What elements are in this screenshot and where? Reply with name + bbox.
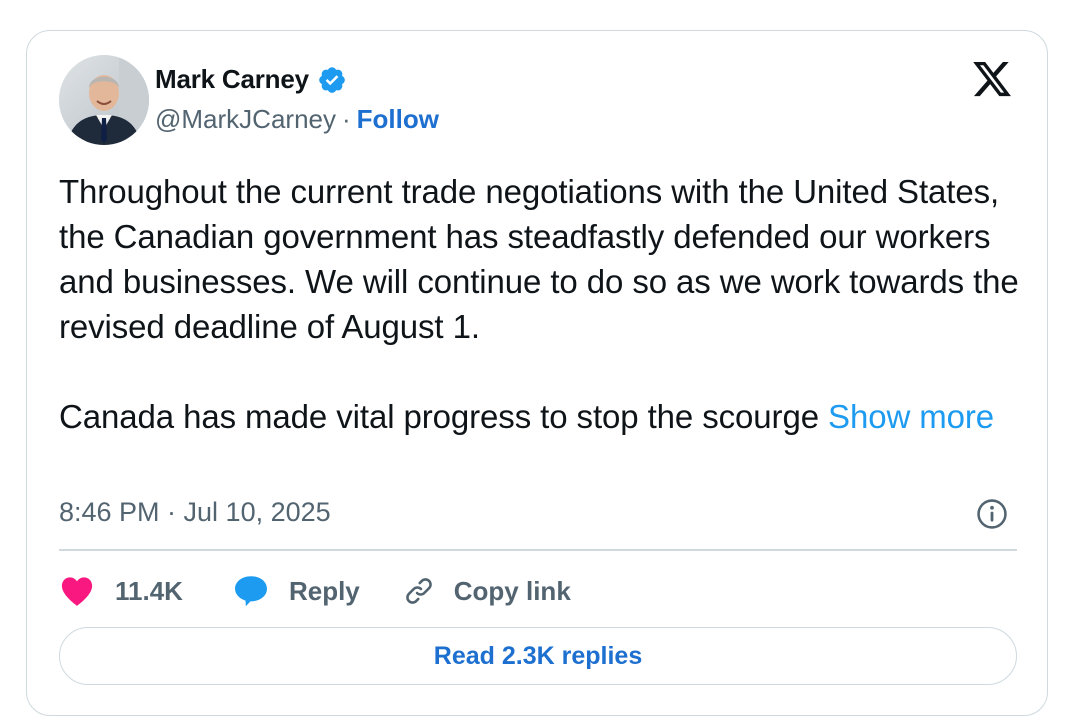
speech-bubble-icon — [234, 576, 267, 607]
reply-button[interactable]: Reply — [233, 574, 360, 608]
like-count: 11.4K — [115, 575, 183, 606]
action-bar: 11.4K Reply Copy link — [59, 569, 571, 613]
avatar[interactable] — [59, 55, 149, 145]
heart-icon — [61, 577, 93, 606]
tweet-timestamp[interactable]: 8:46 PM · Jul 10, 2025 — [59, 497, 331, 528]
verified-badge-icon — [317, 65, 347, 95]
copy-link-button[interactable]: Copy link — [402, 574, 571, 608]
like-button[interactable]: 11.4K — [59, 575, 183, 607]
author-name[interactable]: Mark Carney — [155, 64, 347, 95]
tweet-paragraph-1: Throughout the current trade negotiation… — [59, 173, 1019, 345]
show-more-link[interactable]: Show more — [828, 398, 994, 435]
separator-dot: · — [341, 104, 351, 134]
info-icon[interactable] — [975, 497, 1009, 531]
divider — [59, 549, 1017, 551]
tweet-paragraph-2-text: Canada has made vital progress to stop t… — [59, 398, 819, 435]
tweet-text: Throughout the current trade negotiation… — [59, 169, 1029, 439]
read-replies-button[interactable]: Read 2.3K replies — [59, 627, 1017, 685]
read-replies-label: Read 2.3K replies — [433, 641, 643, 670]
follow-button[interactable]: Follow — [357, 104, 439, 135]
tweet-card: Mark Carney @MarkJCarney · Follow Throug… — [26, 30, 1048, 716]
tweet-paragraph-2: Canada has made vital progress to stop t… — [59, 394, 1029, 439]
copy-link-label: Copy link — [453, 575, 571, 606]
link-icon — [405, 578, 432, 604]
author-name-text: Mark Carney — [155, 64, 309, 94]
author-handle[interactable]: @MarkJCarney — [155, 104, 336, 135]
x-logo-icon[interactable] — [971, 58, 1013, 100]
handle-row: @MarkJCarney · Follow — [155, 104, 439, 135]
reply-label: Reply — [288, 575, 360, 606]
